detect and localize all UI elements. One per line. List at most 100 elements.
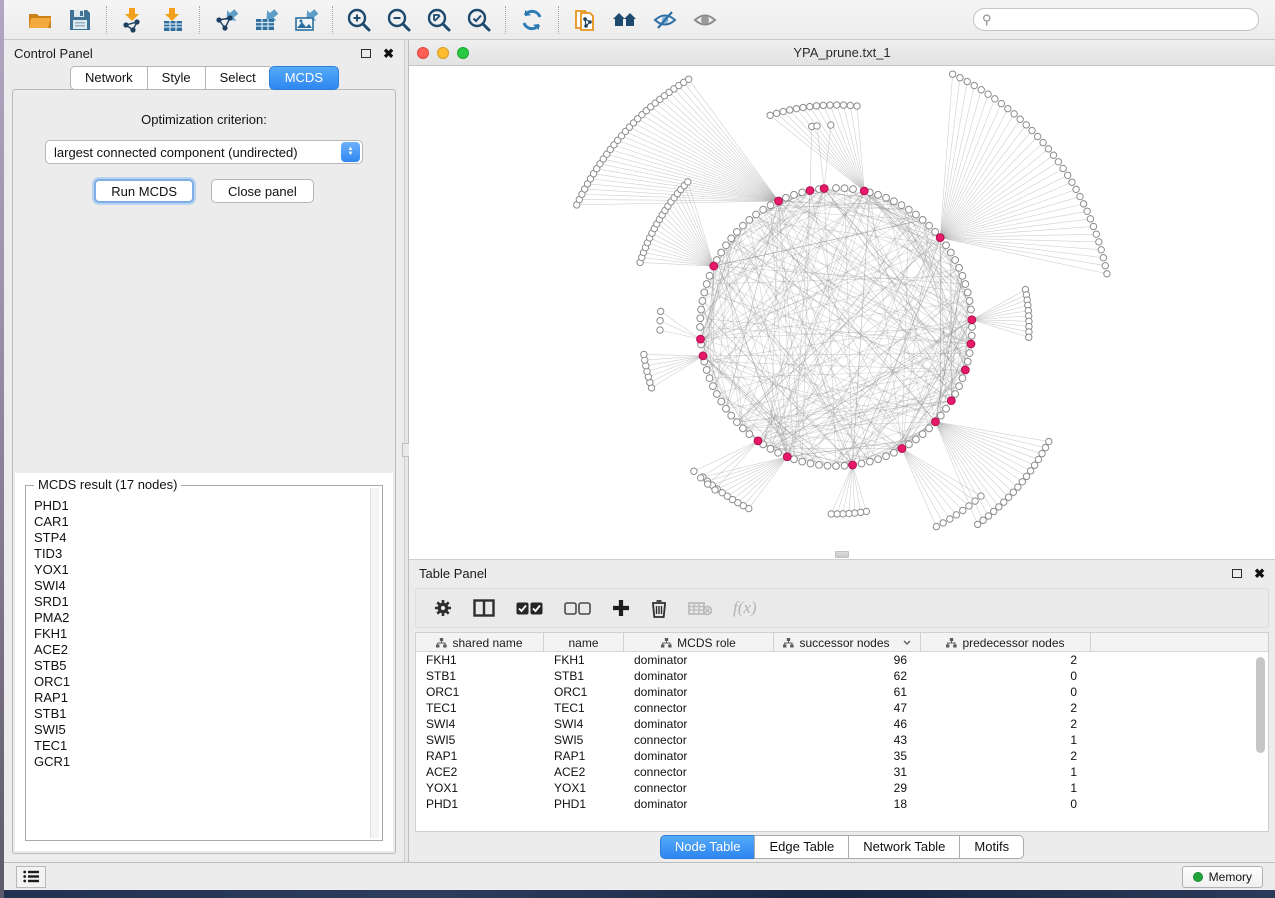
table-cell[interactable]: SWI5 (544, 733, 624, 747)
graph-node[interactable] (740, 222, 747, 229)
table-cell[interactable]: ACE2 (544, 765, 624, 779)
graph-hub-node[interactable] (775, 197, 783, 205)
graph-leaf-node[interactable] (1005, 494, 1011, 500)
show-all-button[interactable] (689, 5, 721, 35)
graph-node[interactable] (723, 405, 730, 412)
graph-leaf-node[interactable] (1040, 139, 1046, 145)
search-input[interactable] (996, 13, 1250, 27)
graph-leaf-node[interactable] (1093, 231, 1099, 237)
table-cell[interactable]: YOX1 (416, 781, 544, 795)
graph-node[interactable] (718, 398, 725, 405)
table-cell[interactable]: 47 (774, 701, 921, 715)
graph-leaf-node[interactable] (1087, 216, 1093, 222)
clone-network-button[interactable] (569, 5, 601, 35)
graph-leaf-node[interactable] (814, 123, 820, 129)
column-header-successor-nodes[interactable]: successor nodes (774, 633, 921, 652)
graph-leaf-node[interactable] (1080, 201, 1086, 207)
graph-hub-node[interactable] (783, 453, 791, 461)
tab-style[interactable]: Style (147, 66, 205, 90)
graph-leaf-node[interactable] (991, 508, 997, 514)
table-cell[interactable]: 1 (921, 781, 1091, 795)
graph-leaf-node[interactable] (996, 504, 1002, 510)
memory-button[interactable]: Memory (1182, 866, 1263, 888)
graph-leaf-node[interactable] (971, 82, 977, 88)
graph-node[interactable] (919, 216, 926, 223)
graph-leaf-node[interactable] (1026, 334, 1032, 340)
graph-node[interactable] (956, 264, 963, 271)
graph-node[interactable] (791, 191, 798, 198)
table-cell[interactable]: FKH1 (544, 653, 624, 667)
graph-node[interactable] (966, 350, 973, 357)
graph-leaf-node[interactable] (972, 498, 978, 504)
graph-leaf-node[interactable] (854, 103, 860, 109)
column-header-name[interactable]: name (544, 633, 624, 652)
table-cell[interactable]: dominator (624, 669, 774, 683)
table-cell[interactable]: ACE2 (416, 765, 544, 779)
table-row[interactable]: ACE2ACE2connector311 (416, 764, 1268, 780)
table-cell[interactable]: SWI4 (416, 717, 544, 731)
graph-leaf-node[interactable] (1096, 239, 1102, 245)
graph-node[interactable] (969, 324, 976, 331)
table-cell[interactable]: connector (624, 701, 774, 715)
graph-leaf-node[interactable] (1035, 456, 1041, 462)
table-cell[interactable]: 2 (921, 717, 1091, 731)
first-neighbors-button[interactable] (609, 5, 641, 35)
table-row[interactable]: SWI5SWI5connector431 (416, 732, 1268, 748)
graph-node[interactable] (956, 383, 963, 390)
graph-node[interactable] (706, 375, 713, 382)
graph-node[interactable] (875, 191, 882, 198)
graph-leaf-node[interactable] (980, 517, 986, 523)
graph-node[interactable] (740, 425, 747, 432)
table-cell[interactable]: 1 (921, 733, 1091, 747)
graph-leaf-node[interactable] (966, 503, 972, 509)
graph-hub-node[interactable] (967, 340, 975, 348)
table-cell[interactable]: 0 (921, 797, 1091, 811)
graph-leaf-node[interactable] (657, 308, 663, 314)
graph-hub-node[interactable] (932, 418, 940, 426)
graph-leaf-node[interactable] (985, 513, 991, 519)
tab-mcds[interactable]: MCDS (269, 66, 339, 90)
graph-leaf-node[interactable] (985, 91, 991, 97)
graph-hub-node[interactable] (697, 335, 705, 343)
table-cell[interactable]: STB1 (416, 669, 544, 683)
graph-leaf-node[interactable] (767, 112, 773, 118)
tab-network-table[interactable]: Network Table (848, 835, 959, 859)
open-file-button[interactable] (24, 5, 56, 35)
mcds-node-item[interactable]: ACE2 (34, 642, 380, 658)
float-panel-icon[interactable] (361, 49, 371, 58)
graph-node[interactable] (891, 449, 898, 456)
graph-node[interactable] (698, 306, 705, 313)
mcds-node-item[interactable]: YOX1 (34, 562, 380, 578)
table-cell[interactable]: STB1 (544, 669, 624, 683)
zoom-selected-button[interactable] (463, 5, 495, 35)
graph-node[interactable] (699, 298, 706, 305)
graph-node[interactable] (841, 185, 848, 192)
table-cell[interactable]: SWI5 (416, 733, 544, 747)
graph-node[interactable] (760, 206, 767, 213)
close-table-panel-icon[interactable]: ✖ (1254, 567, 1265, 580)
mcds-node-item[interactable]: CAR1 (34, 514, 380, 530)
graph-node[interactable] (767, 445, 774, 452)
graph-node[interactable] (875, 456, 882, 463)
table-cell[interactable]: PHD1 (416, 797, 544, 811)
graph-hub-node[interactable] (806, 187, 814, 195)
table-cell[interactable]: 1 (921, 765, 1091, 779)
table-cell[interactable]: dominator (624, 653, 774, 667)
graph-hub-node[interactable] (936, 234, 944, 242)
graph-node[interactable] (775, 449, 782, 456)
graph-node[interactable] (767, 202, 774, 209)
graph-hub-node[interactable] (860, 187, 868, 195)
graph-leaf-node[interactable] (691, 468, 697, 474)
close-panel-button[interactable]: Close panel (211, 179, 314, 203)
graph-node[interactable] (905, 441, 912, 448)
graph-leaf-node[interactable] (1046, 438, 1052, 444)
graph-node[interactable] (947, 249, 954, 256)
table-cell[interactable]: YOX1 (544, 781, 624, 795)
table-cell[interactable]: TEC1 (544, 701, 624, 715)
graph-node[interactable] (824, 462, 831, 469)
graph-node[interactable] (697, 315, 704, 322)
graph-node[interactable] (943, 405, 950, 412)
graph-leaf-node[interactable] (1039, 450, 1045, 456)
task-history-button[interactable] (16, 866, 46, 888)
table-row[interactable]: TEC1TEC1connector472 (416, 700, 1268, 716)
